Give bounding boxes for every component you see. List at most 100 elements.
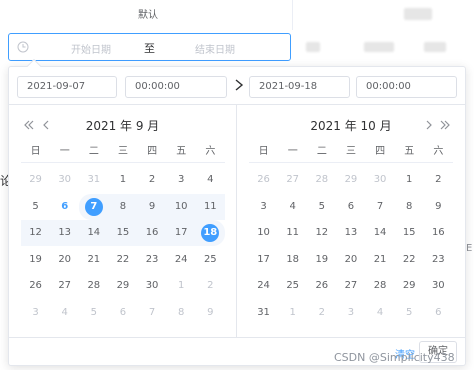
calendar-day[interactable]: 13 <box>336 220 365 246</box>
calendar-day[interactable]: 7 <box>366 194 395 220</box>
calendar-day[interactable]: 1 <box>395 167 424 193</box>
calendar-day[interactable]: 23 <box>138 247 167 273</box>
calendar-day[interactable]: 5 <box>307 194 336 220</box>
calendar-day[interactable]: 4 <box>196 167 225 193</box>
calendar-day[interactable]: 31 <box>249 300 278 326</box>
calendar-day[interactable]: 8 <box>108 193 138 220</box>
calendar-day[interactable]: 3 <box>167 167 196 193</box>
calendar-day[interactable]: 26 <box>249 167 278 193</box>
calendar-day[interactable]: 10 <box>249 220 278 246</box>
calendar-day[interactable]: 16 <box>424 220 453 246</box>
calendar-day[interactable]: 28 <box>366 273 395 299</box>
calendar-day[interactable]: 24 <box>167 247 196 273</box>
calendar-day[interactable]: 29 <box>108 273 137 299</box>
calendar-day-number: 29 <box>402 280 416 291</box>
calendar-day[interactable]: 10 <box>166 193 196 220</box>
calendar-day[interactable]: 7 <box>138 300 167 326</box>
calendar-day[interactable]: 11 <box>195 193 225 220</box>
calendar-day[interactable]: 17 <box>249 247 278 273</box>
calendar-day[interactable]: 27 <box>50 273 79 299</box>
calendar-day[interactable]: 22 <box>108 247 137 273</box>
calendar-day[interactable]: 6 <box>108 300 137 326</box>
calendar-day-number: 15 <box>402 227 416 238</box>
calendar-day[interactable]: 26 <box>21 273 50 299</box>
calendar-day[interactable]: 7 <box>79 193 109 220</box>
calendar-day[interactable]: 1 <box>278 300 307 326</box>
calendar-day[interactable]: 8 <box>167 300 196 326</box>
calendar-day-number: 1 <box>119 174 127 185</box>
calendar-day[interactable]: 23 <box>424 247 453 273</box>
calendar-day[interactable]: 15 <box>395 220 424 246</box>
calendar-day[interactable]: 24 <box>249 273 278 299</box>
end-time-field[interactable]: 00:00:00 <box>356 76 457 98</box>
calendar-day[interactable]: 30 <box>366 167 395 193</box>
date-range-input[interactable]: 开始日期 至 结束日期 <box>8 33 291 61</box>
calendar-day[interactable]: 12 <box>21 220 51 246</box>
calendar-day[interactable]: 29 <box>21 167 50 193</box>
end-date-placeholder[interactable]: 结束日期 <box>195 41 235 56</box>
calendar-day-number: 28 <box>87 280 101 291</box>
end-date-field[interactable]: 2021-09-18 <box>249 76 350 98</box>
calendar-day[interactable]: 9 <box>196 300 225 326</box>
calendar-day[interactable]: 3 <box>249 194 278 220</box>
calendar-day[interactable]: 15 <box>108 220 138 246</box>
calendar-day[interactable]: 28 <box>79 273 108 299</box>
calendar-day-number: 6 <box>435 306 442 318</box>
calendar-day[interactable]: 2 <box>424 167 453 193</box>
calendar-day[interactable]: 27 <box>278 167 307 193</box>
calendar-day-number: 20 <box>344 253 358 265</box>
calendar-day[interactable]: 6 <box>336 194 365 220</box>
calendar-day-number: 30 <box>58 174 72 185</box>
calendar-day[interactable]: 1 <box>167 273 196 299</box>
calendar-day[interactable]: 3 <box>336 300 365 326</box>
calendar-day[interactable]: 3 <box>21 300 50 326</box>
calendar-day[interactable]: 28 <box>307 167 336 193</box>
calendar-day[interactable]: 17 <box>166 220 196 246</box>
calendar-day[interactable]: 29 <box>336 167 365 193</box>
calendar-day[interactable]: 13 <box>50 220 80 246</box>
calendar-day[interactable]: 25 <box>278 273 307 299</box>
calendar-day[interactable]: 5 <box>79 300 108 326</box>
start-date-field[interactable]: 2021-09-07 <box>17 76 117 98</box>
calendar-day[interactable]: 18 <box>195 220 225 246</box>
calendar-day[interactable]: 18 <box>278 247 307 273</box>
calendar-day[interactable]: 14 <box>79 220 109 246</box>
calendar-day[interactable]: 2 <box>138 167 167 193</box>
calendar-day[interactable]: 2 <box>307 300 336 326</box>
start-time-field[interactable]: 00:00:00 <box>125 76 227 98</box>
calendar-day[interactable]: 5 <box>21 194 50 220</box>
calendar-day[interactable]: 12 <box>307 220 336 246</box>
calendar-day[interactable]: 25 <box>196 247 225 273</box>
calendar-day[interactable]: 4 <box>50 300 79 326</box>
calendar-day[interactable]: 2 <box>196 273 225 299</box>
calendar-day[interactable]: 19 <box>21 247 50 273</box>
calendar-day[interactable]: 26 <box>307 273 336 299</box>
calendar-day[interactable]: 29 <box>395 273 424 299</box>
calendar-day[interactable]: 30 <box>50 167 79 193</box>
weekday-label: 五 <box>176 146 187 157</box>
calendar-day[interactable]: 8 <box>395 194 424 220</box>
calendar-day[interactable]: 19 <box>307 247 336 273</box>
calendar-day[interactable]: 11 <box>278 220 307 246</box>
calendar-day[interactable]: 16 <box>137 220 167 246</box>
calendar-day[interactable]: 20 <box>50 247 79 273</box>
calendar-day[interactable]: 20 <box>336 247 365 273</box>
calendar-day[interactable]: 1 <box>108 167 137 193</box>
calendar-day[interactable]: 22 <box>395 247 424 273</box>
calendar-day[interactable]: 9 <box>137 193 167 220</box>
weekday-label: 四 <box>147 146 158 157</box>
calendar-day[interactable]: 4 <box>278 194 307 220</box>
calendar-day[interactable]: 21 <box>366 247 395 273</box>
calendar-day[interactable]: 30 <box>424 273 453 299</box>
start-date-placeholder[interactable]: 开始日期 <box>71 41 111 56</box>
calendar-day[interactable]: 21 <box>79 247 108 273</box>
calendar-day[interactable]: 6 <box>424 300 453 326</box>
calendar-day[interactable]: 30 <box>138 273 167 299</box>
calendar-day[interactable]: 31 <box>79 167 108 193</box>
calendar-day[interactable]: 6 <box>50 194 79 220</box>
calendar-day[interactable]: 14 <box>366 220 395 246</box>
calendar-day[interactable]: 5 <box>395 300 424 326</box>
calendar-day[interactable]: 4 <box>366 300 395 326</box>
calendar-day[interactable]: 27 <box>336 273 365 299</box>
calendar-day[interactable]: 9 <box>424 194 453 220</box>
